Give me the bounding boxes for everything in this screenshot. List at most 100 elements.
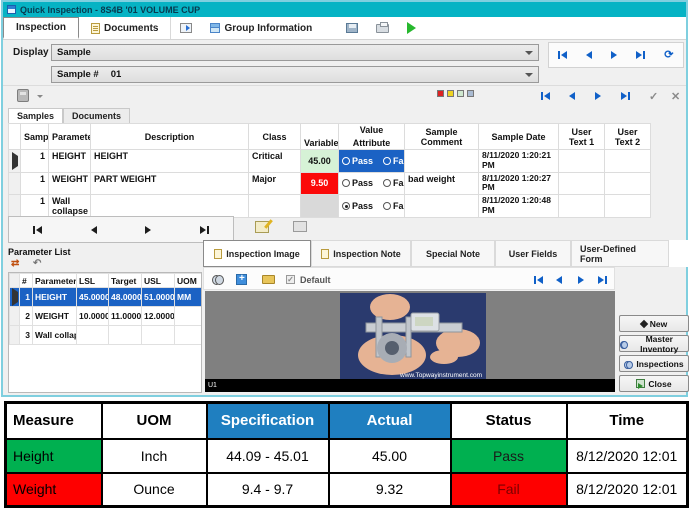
cell-sample[interactable]: 1 (21, 150, 49, 173)
first-record-button[interactable] (558, 51, 567, 59)
cell-sample[interactable]: 1 (21, 172, 49, 195)
cell-user2[interactable] (605, 195, 651, 218)
parameter-row-wall-collapse[interactable]: 3 Wall collapse (10, 326, 202, 345)
tab-user-fields[interactable]: User Fields (495, 240, 571, 267)
pass-radio[interactable]: Pass (342, 178, 373, 188)
undo-icon[interactable]: ↶ (33, 259, 41, 269)
fail-radio[interactable]: Fail (383, 201, 404, 211)
cell-user1[interactable] (559, 150, 605, 173)
cell-user2[interactable] (605, 172, 651, 195)
cell-user1[interactable] (559, 195, 605, 218)
go-button[interactable] (398, 17, 425, 39)
row-selector[interactable] (9, 172, 21, 195)
last-button[interactable] (200, 226, 209, 234)
folder-icon[interactable] (262, 275, 275, 284)
col-measure: Measure (6, 403, 102, 439)
previous-record-button[interactable] (586, 51, 592, 59)
cancel-x-icon[interactable]: ✕ (671, 90, 680, 103)
first-button[interactable] (33, 226, 42, 234)
previous-button[interactable] (91, 226, 97, 234)
cell-date[interactable]: 8/11/2020 1:20:48 PM (479, 195, 559, 218)
tab-inspection-note[interactable]: Inspection Note (311, 240, 411, 267)
cell-variable[interactable]: 45.00 (301, 150, 339, 173)
cell-description[interactable] (91, 195, 249, 218)
display-by-dropdown[interactable]: Sample (51, 44, 539, 61)
cell-comment[interactable] (405, 195, 479, 218)
tab-special-note[interactable]: Special Note (411, 240, 495, 267)
new-button[interactable]: New (619, 315, 689, 332)
edit-note-icon[interactable] (255, 221, 269, 233)
inspections-button[interactable]: Inspections (619, 355, 689, 372)
grid-next-button[interactable] (595, 92, 601, 100)
legend-green-square (457, 90, 464, 97)
transfer-icon[interactable]: ⇄ (11, 259, 19, 269)
grid-last-button[interactable] (621, 92, 630, 100)
cell-description[interactable]: PART WEIGHT (91, 172, 249, 195)
tab-inspection[interactable]: Inspection (3, 17, 79, 39)
cell-user2[interactable] (605, 150, 651, 173)
next-button[interactable] (145, 226, 151, 234)
print-icon (376, 24, 389, 33)
cell-sample[interactable]: 1 (21, 195, 49, 218)
copy-icon[interactable] (293, 221, 307, 232)
fail-radio[interactable]: Fail (383, 156, 404, 166)
image-last-button[interactable] (598, 276, 607, 284)
window-popout-button[interactable] (171, 17, 201, 39)
row-selector[interactable] (9, 150, 21, 173)
image-next-button[interactable] (578, 276, 584, 284)
pass-radio[interactable]: Pass (342, 156, 373, 166)
next-record-button[interactable] (611, 51, 617, 59)
image-previous-button[interactable] (556, 276, 562, 284)
cell-comment[interactable] (405, 150, 479, 173)
tab-inspection-image[interactable]: Inspection Image (203, 240, 311, 267)
parameter-list-title: Parameter List (8, 247, 71, 257)
tab-grid-documents[interactable]: Documents (63, 108, 130, 123)
grid-first-button[interactable] (541, 92, 550, 100)
gallery-dropdown-chevron-icon[interactable] (37, 95, 43, 98)
image-first-button[interactable] (534, 276, 543, 284)
cell-date[interactable]: 8/11/2020 1:20:27 PM (479, 172, 559, 195)
sample-number-dropdown[interactable]: Sample # 01 (51, 66, 539, 83)
tab-documents[interactable]: Documents (79, 17, 171, 39)
legend-yellow-square (447, 90, 454, 97)
pass-radio[interactable]: Pass (342, 201, 373, 211)
master-inventory-button[interactable]: Master Inventory (619, 335, 689, 352)
cell-description[interactable]: HEIGHT (91, 150, 249, 173)
refresh-icon[interactable]: ⟳ (664, 50, 673, 61)
new-diamond-icon (640, 319, 648, 327)
cell-variable[interactable]: 9.50 (301, 172, 339, 195)
cell-class[interactable]: Major (249, 172, 301, 195)
caliper-photo: www.Topwayinstrument.com (340, 293, 486, 381)
parameter-row-height[interactable]: 1 HEIGHT 45.000000 48.000000 51.000000 M… (10, 288, 202, 307)
cell-user1[interactable] (559, 172, 605, 195)
cell-class[interactable]: Critical (249, 150, 301, 173)
tab-user-defined-form[interactable]: User-Defined Form (571, 240, 669, 267)
chevron-down-icon (525, 51, 533, 55)
cell-class[interactable] (249, 195, 301, 218)
cell-comment[interactable]: bad weight (405, 172, 479, 195)
parameter-row-weight[interactable]: 2 WEIGHT 10.000000 11.000000 12.000000 (10, 307, 202, 326)
print-button[interactable] (367, 17, 398, 39)
value-group-header: Value (342, 125, 401, 135)
record-navigator (8, 216, 234, 243)
last-record-button[interactable] (636, 51, 645, 59)
cell-parameter[interactable]: HEIGHT (49, 150, 91, 173)
gallery-icon[interactable] (17, 89, 29, 102)
cell-date[interactable]: 8/11/2020 1:20:21 PM (479, 150, 559, 173)
save-button[interactable] (337, 17, 367, 39)
cell-parameter[interactable]: WEIGHT (49, 172, 91, 195)
accept-check-icon[interactable]: ✓ (649, 90, 658, 103)
fail-radio[interactable]: Fail (383, 178, 404, 188)
find-binoculars-icon[interactable] (212, 275, 224, 283)
cell-parameter[interactable]: Wall collapse (49, 195, 91, 218)
group-information-button[interactable]: Group Information (201, 17, 321, 39)
close-button[interactable]: Close (619, 375, 689, 392)
cell-variable[interactable] (301, 195, 339, 218)
grid-previous-button[interactable] (569, 92, 575, 100)
zoom-fit-icon[interactable] (236, 274, 247, 285)
specification-cell: 9.4 - 9.7 (207, 473, 329, 507)
row-selector[interactable] (9, 195, 21, 218)
default-checkbox[interactable]: ✓ (286, 275, 295, 284)
tab-samples[interactable]: Samples (8, 108, 63, 123)
col-time: Time (567, 403, 688, 439)
